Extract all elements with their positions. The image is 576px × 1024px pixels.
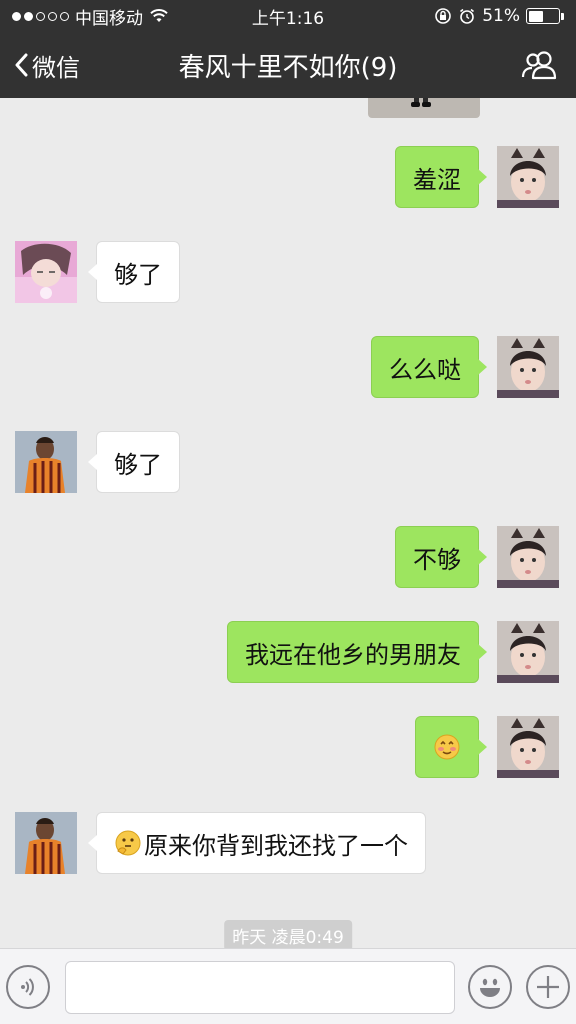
message-row: 够了 xyxy=(0,241,576,305)
message-bubble[interactable]: 我远在他乡的男朋友 xyxy=(227,621,487,683)
emoji-button[interactable] xyxy=(468,965,512,1009)
message-text: 么么哒 xyxy=(389,355,461,384)
message-row: 够了 xyxy=(0,431,576,495)
message-text: 羞涩 xyxy=(413,165,461,194)
back-button[interactable]: 微信 xyxy=(14,32,80,98)
message-bubble[interactable]: 羞涩 xyxy=(395,146,487,208)
message-bubble[interactable]: 么么哒 xyxy=(371,336,487,398)
timestamp-label: 昨天 凌晨0:49 xyxy=(224,920,352,948)
message-row: 么么哒 xyxy=(0,336,576,400)
back-label: 微信 xyxy=(32,53,80,82)
shy-smile-emoji-icon xyxy=(434,734,460,760)
message-row: 我远在他乡的男朋友 xyxy=(0,621,576,685)
avatar-girl-cat-ears xyxy=(497,526,559,588)
message-text: 够了 xyxy=(114,450,162,479)
avatar-girl-cat-ears xyxy=(497,146,559,208)
input-bar xyxy=(0,948,576,1024)
avatar-girl-cat-ears xyxy=(497,716,559,778)
status-time: 上午1:16 xyxy=(251,8,325,29)
message-bubble[interactable]: 原来你背到我还找了一个 xyxy=(88,812,426,874)
signal-strength-icon xyxy=(12,11,69,21)
message-text: 够了 xyxy=(114,260,162,289)
voice-icon xyxy=(21,978,34,996)
status-right: 51% xyxy=(434,6,564,26)
photo-thumbnail xyxy=(411,98,431,107)
message-bubble[interactable]: 够了 xyxy=(88,431,180,493)
carrier-name: 中国移动 xyxy=(75,8,143,29)
status-left: 中国移动 xyxy=(12,4,169,29)
more-button[interactable] xyxy=(526,965,570,1009)
plus-icon xyxy=(537,976,559,998)
message-text: 原来你背到我还找了一个 xyxy=(144,831,408,860)
message-bubble[interactable] xyxy=(415,716,487,778)
avatar[interactable] xyxy=(15,431,77,493)
message-row: 羞涩 xyxy=(0,146,576,210)
previous-image-message[interactable] xyxy=(368,98,480,118)
avatar[interactable] xyxy=(497,526,559,588)
avatar-soccer-player xyxy=(15,431,77,493)
message-text: 我远在他乡的男朋友 xyxy=(245,640,461,669)
avatar-girl-cat-ears xyxy=(497,336,559,398)
nav-bar: 微信 春风十里不如你(9) xyxy=(0,32,576,98)
battery-percent: 51% xyxy=(482,6,520,26)
avatar[interactable] xyxy=(15,812,77,874)
avatar-soccer-player xyxy=(15,812,77,874)
avatar[interactable] xyxy=(497,716,559,778)
avatar[interactable] xyxy=(497,621,559,683)
message-bubble[interactable]: 不够 xyxy=(395,526,487,588)
avatar[interactable] xyxy=(497,146,559,208)
group-icon[interactable] xyxy=(520,50,558,80)
message-bubble[interactable]: 够了 xyxy=(88,241,180,303)
message-row: 不够 xyxy=(0,526,576,590)
thinking-emoji-icon xyxy=(115,830,141,856)
message-row: 原来你背到我还找了一个 xyxy=(0,812,576,876)
message-text: 不够 xyxy=(413,545,461,574)
chat-title: 春风十里不如你(9) xyxy=(178,52,398,83)
message-input[interactable] xyxy=(65,961,455,1014)
avatar[interactable] xyxy=(15,241,77,303)
voice-button[interactable] xyxy=(6,965,50,1009)
avatar-girl-cat-ears xyxy=(497,621,559,683)
message-row xyxy=(0,716,576,780)
avatar[interactable] xyxy=(497,336,559,398)
wifi-icon xyxy=(150,9,168,22)
battery-icon xyxy=(526,8,564,24)
chat-area[interactable]: 羞涩 够了 么么哒 够了 不够 我远在他乡的男朋友 原来你背到我还找了一个 昨天… xyxy=(0,98,576,948)
orientation-lock-icon xyxy=(435,8,452,24)
alarm-icon xyxy=(460,8,475,24)
emoji-icon xyxy=(480,978,500,997)
status-bar: 中国移动 上午1:16 51% xyxy=(0,0,576,32)
chevron-left-icon xyxy=(15,53,28,77)
avatar-pink-girl xyxy=(15,241,77,303)
